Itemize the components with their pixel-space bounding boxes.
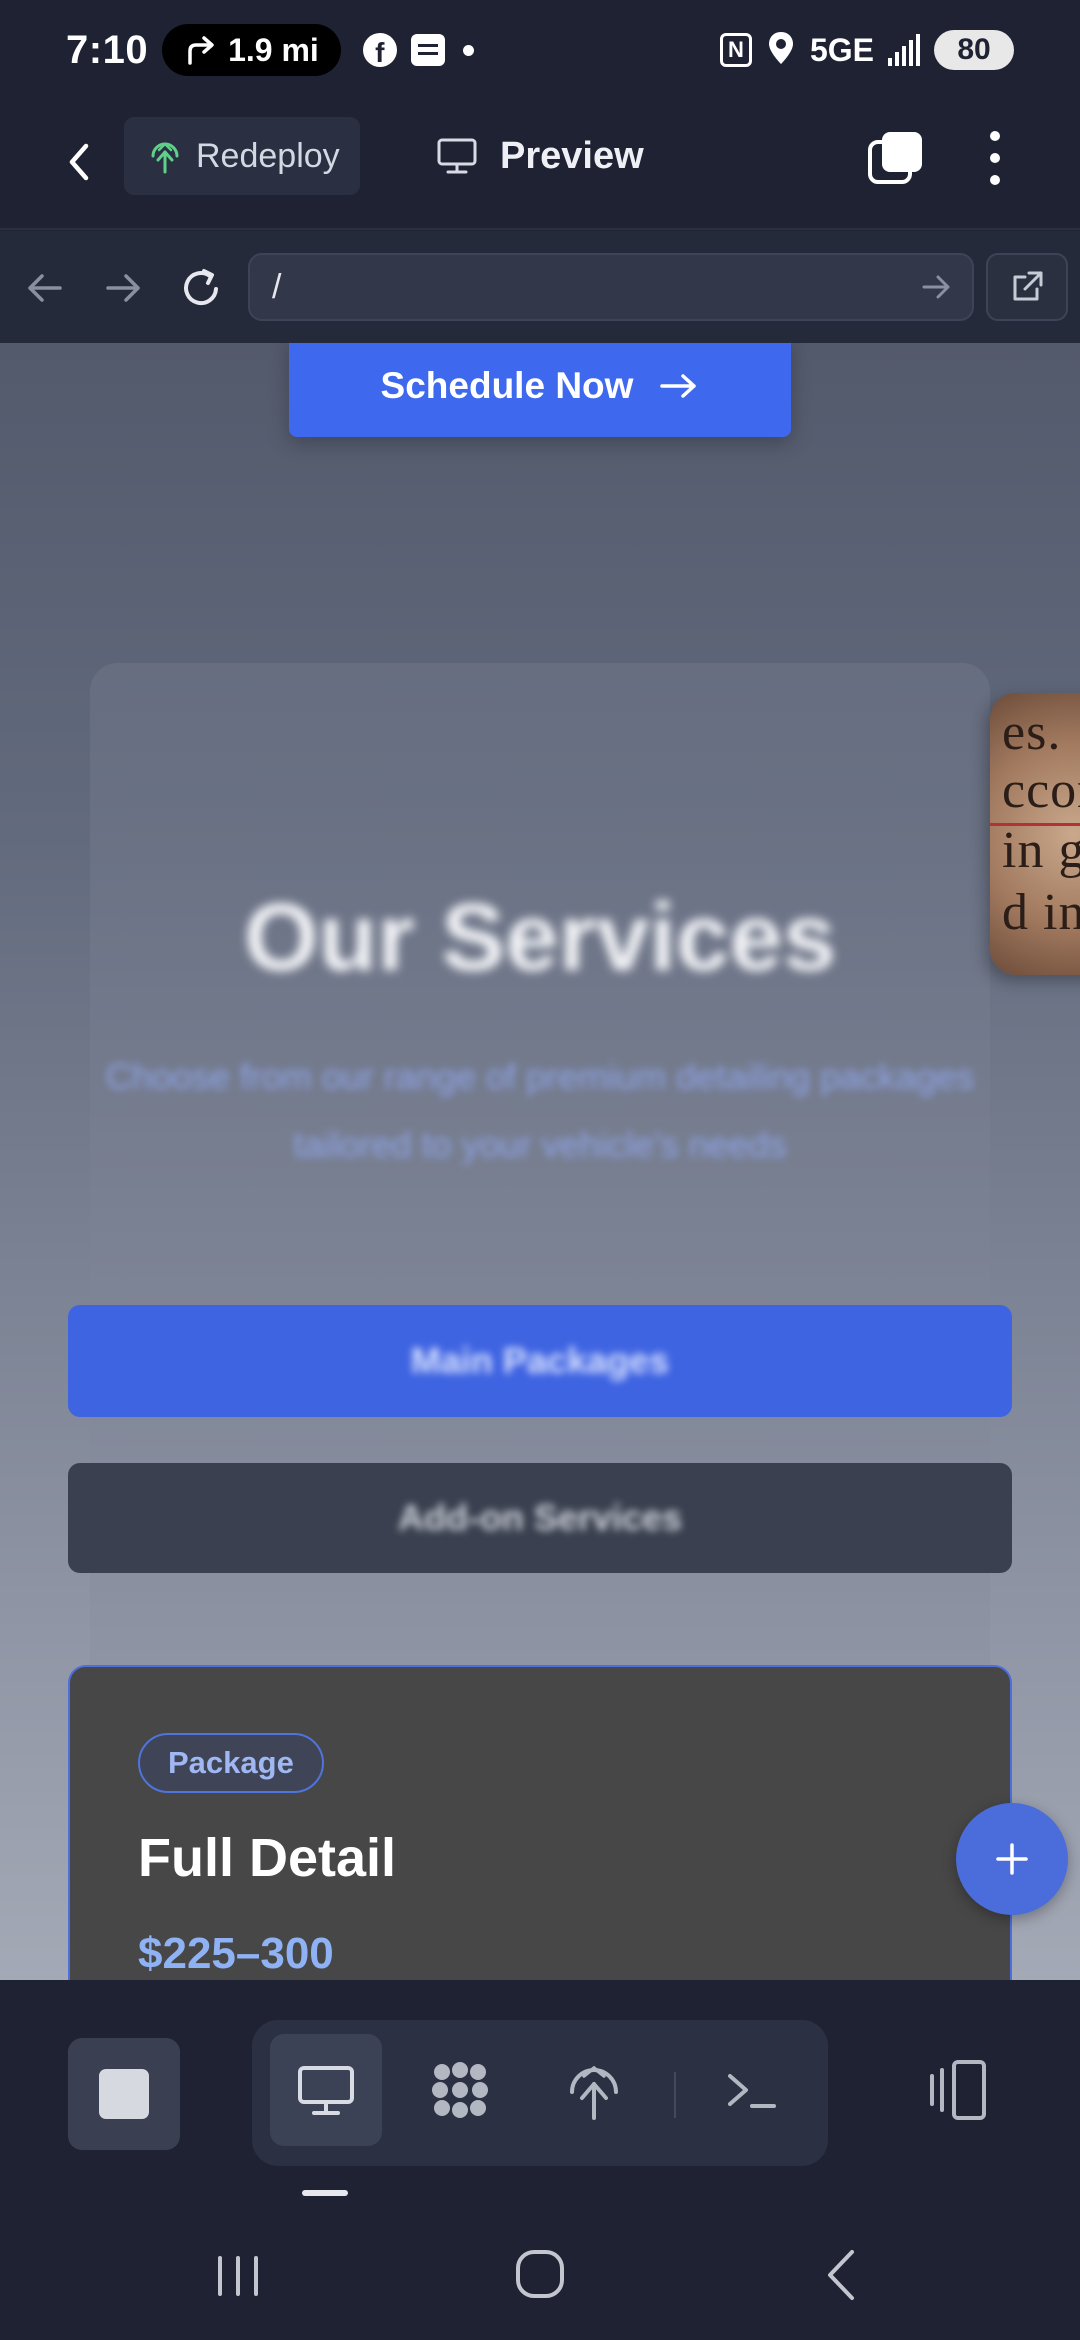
web-preview-viewport[interactable]: Schedule Now es. 1 ccor in ga d int Our … [0,343,1080,1980]
go-arrow-icon [922,275,950,299]
layout-toggle-icon [930,2060,986,2120]
status-time: 7:10 [66,27,149,72]
more-options-button[interactable] [980,126,1010,190]
deploy-mode-button[interactable] [538,2034,650,2146]
reload-button[interactable] [176,263,226,313]
navigation-distance: 1.9 mi [228,31,319,68]
redeploy-label: Redeploy [196,136,340,175]
home-button[interactable] [500,2240,580,2310]
nfc-icon: N [719,33,752,67]
message-icon [410,34,445,66]
terminal-mode-button[interactable] [696,2034,808,2146]
preview-label: Preview [500,134,644,177]
package-title: Full Detail [138,1828,397,1888]
open-external-icon [1013,271,1043,301]
status-bar: 7:10 1.9 mi f N 5GE 80 [0,0,1080,100]
signal-icon [888,34,920,66]
deploy-tree-icon [151,142,179,174]
plus-icon [996,1843,1028,1875]
redeploy-button[interactable]: Redeploy [124,117,360,195]
components-mode-button[interactable] [404,2034,516,2146]
system-back-button[interactable] [802,2240,882,2310]
stop-button[interactable] [68,2038,180,2150]
facebook-icon: f [362,33,397,67]
system-back-icon [828,2250,854,2300]
layout-toggle-button[interactable] [912,2046,1002,2136]
tabs-icon [868,132,922,184]
home-icon [516,2250,564,2298]
app-toolbar: Redeploy Preview [0,100,1080,230]
addon-services-button[interactable]: Add-on Services [68,1463,1012,1573]
preview-mode-button[interactable] [270,2034,382,2146]
recent-apps-icon [218,2256,258,2296]
url-text: / [272,267,282,306]
navigation-pill[interactable]: 1.9 mi [162,24,341,76]
browser-forward-button[interactable] [98,263,148,313]
nav-back-icon [28,274,62,302]
nav-forward-icon [106,274,140,302]
arrow-right-icon [660,374,697,398]
turn-right-arrow-icon [188,36,214,65]
system-navigation-bar [0,2200,1080,2340]
open-external-button[interactable] [986,253,1068,321]
mode-divider [674,2072,676,2118]
package-price: $225–300 [138,1929,334,1978]
components-icon [432,2062,488,2118]
services-title: Our Services [243,884,837,991]
monitor-icon [298,2066,354,2115]
stop-icon [99,2069,149,2119]
mode-switcher [252,2020,828,2166]
battery-icon: 80 [934,30,1014,70]
location-icon [766,30,796,71]
notification-dot-icon [462,44,474,56]
terminal-icon [728,2074,776,2108]
schedule-now-label: Schedule Now [380,365,634,406]
services-subtitle: Choose from our range of premium detaili… [105,1056,975,1165]
back-arrow-icon [69,143,89,181]
main-packages-label: Main Packages [410,1340,670,1381]
tabs-button[interactable] [866,128,926,188]
browser-bar: / [0,231,1080,343]
recent-apps-button[interactable] [198,2240,278,2310]
reload-icon [184,269,218,306]
go-button[interactable] [918,269,954,305]
network-type: 5GE [809,31,874,68]
bottom-toolbar [0,1980,1080,2200]
schedule-now-button[interactable]: Schedule Now [289,343,791,437]
monitor-icon [437,138,477,174]
more-vertical-icon [990,131,1000,185]
preview-tab[interactable]: Preview [436,117,644,195]
active-mode-indicator [302,2190,348,2196]
battery-level: 80 [957,33,991,66]
browser-back-button[interactable] [20,263,70,313]
url-input[interactable]: / [248,253,974,321]
package-card[interactable]: Package Full Detail $225–300 [68,1665,1012,1980]
deploy-tree-icon [570,2065,618,2120]
main-packages-button[interactable]: Main Packages [68,1305,1012,1417]
add-button[interactable] [956,1803,1068,1915]
package-badge: Package [138,1733,324,1793]
addon-services-label: Add-on Services [397,1497,683,1538]
back-button[interactable] [52,132,112,192]
